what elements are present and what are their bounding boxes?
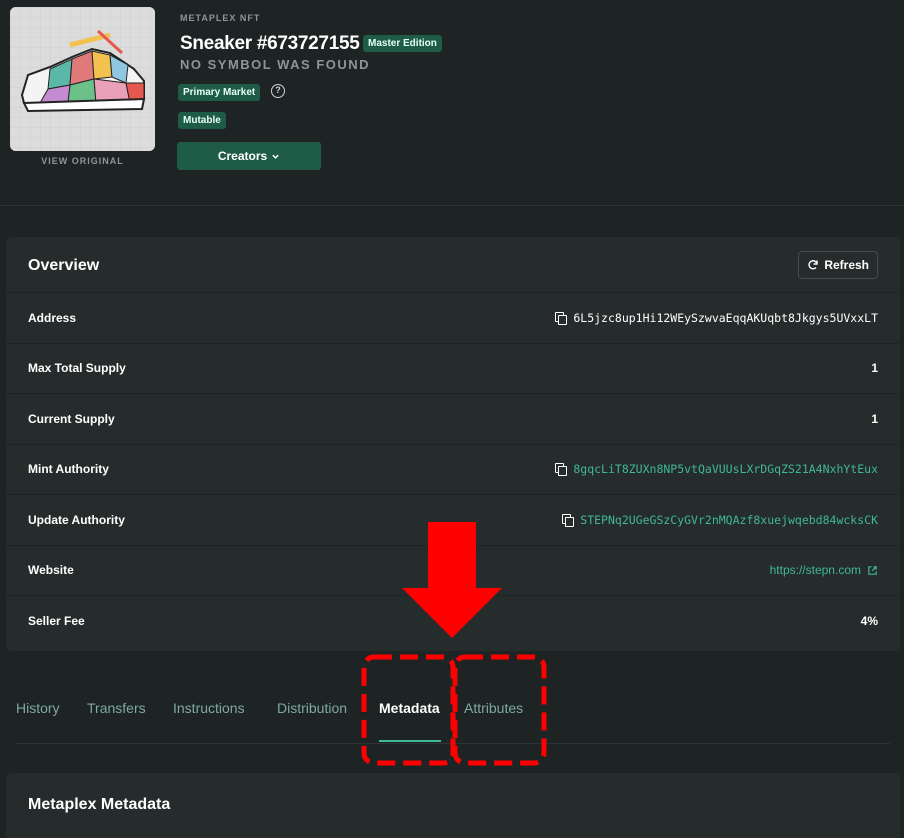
- copy-icon[interactable]: [555, 311, 568, 325]
- website-link[interactable]: https://stepn.com: [770, 563, 861, 577]
- seller-fee-value: 4%: [860, 614, 878, 629]
- active-tab-indicator: [379, 740, 441, 742]
- copy-icon[interactable]: [562, 513, 575, 527]
- current-supply-value: 1: [871, 411, 878, 426]
- primary-market-badge: Primary Market: [178, 84, 261, 101]
- help-icon[interactable]: ?: [271, 84, 285, 98]
- creators-label: Creators: [217, 149, 268, 163]
- row-mint-authority: Mint Authority 8gqcLiT8ZUXn8NP5vtQaVUUsL…: [6, 445, 900, 495]
- external-link-icon[interactable]: [867, 565, 878, 576]
- row-label: Seller Fee: [28, 614, 85, 629]
- view-original-link[interactable]: VIEW ORIGINAL: [10, 156, 155, 166]
- tab-distribution[interactable]: Distribution: [277, 700, 347, 716]
- refresh-label: Refresh: [824, 258, 869, 272]
- row-label: Update Authority: [28, 512, 125, 527]
- address-value: 6L5jzc8up1Hi12WEySzwvaEqqAKUqbt8Jkgys5UV…: [573, 310, 878, 325]
- chevron-down-icon: [272, 154, 279, 159]
- row-value: https://stepn.com: [770, 563, 878, 577]
- tab-bar: History Transfers Instructions Distribut…: [15, 688, 890, 744]
- tab-instructions[interactable]: Instructions: [173, 700, 245, 716]
- tab-transfers[interactable]: Transfers: [87, 700, 146, 716]
- mutable-badge: Mutable: [178, 112, 226, 129]
- row-value: 6L5jzc8up1Hi12WEySzwvaEqqAKUqbt8Jkgys5UV…: [555, 311, 878, 325]
- nft-image[interactable]: [10, 7, 155, 151]
- row-label: Mint Authority: [28, 462, 109, 477]
- row-label: Address: [28, 310, 77, 325]
- tab-history[interactable]: History: [16, 700, 60, 716]
- sneaker-image: [10, 7, 155, 151]
- row-update-authority: Update Authority STEPNq2UGeGSzCyGVr2nMQA…: [6, 495, 900, 546]
- row-value: 8gqcLiT8ZUXn8NP5vtQaVUUsLXrDGqZS21A4NxhY…: [555, 462, 878, 477]
- row-max-supply: Max Total Supply 1: [6, 344, 900, 394]
- overview-card: Overview Refresh Address 6L5jzc8up1Hi12W…: [6, 237, 900, 651]
- tab-attributes[interactable]: Attributes: [464, 700, 523, 716]
- refresh-button[interactable]: Refresh: [798, 251, 878, 279]
- row-value: STEPNq2UGeGSzCyGVr2nMQAzf8xuejwqebd84wck…: [562, 513, 878, 527]
- row-label: Max Total Supply: [28, 361, 126, 376]
- page-title: Sneaker #673727155: [180, 33, 360, 54]
- symbol-text: NO SYMBOL WAS FOUND: [180, 57, 371, 72]
- brand-label: METAPLEX NFT: [180, 13, 261, 23]
- nft-header: VIEW ORIGINAL METAPLEX NFT Sneaker #6737…: [0, 0, 904, 206]
- tab-metadata[interactable]: Metadata: [379, 700, 440, 716]
- row-current-supply: Current Supply 1: [6, 394, 900, 445]
- row-label: Website: [28, 563, 74, 578]
- row-website: Website https://stepn.com: [6, 546, 900, 596]
- metadata-card-title: Metaplex Metadata: [28, 796, 171, 813]
- master-edition-badge: Master Edition: [363, 35, 442, 52]
- overview-title: Overview: [28, 257, 100, 274]
- refresh-icon: [808, 260, 819, 270]
- overview-header: Overview Refresh: [6, 237, 900, 293]
- row-seller-fee: Seller Fee 4%: [6, 596, 900, 647]
- row-address: Address 6L5jzc8up1Hi12WEySzwvaEqqAKUqbt8…: [6, 293, 900, 344]
- row-label: Current Supply: [28, 411, 115, 426]
- max-supply-value: 1: [871, 361, 878, 376]
- update-authority-link[interactable]: STEPNq2UGeGSzCyGVr2nMQAzf8xuejwqebd84wck…: [580, 513, 878, 527]
- metadata-card: Metaplex Metadata: [6, 773, 900, 838]
- mint-authority-link[interactable]: 8gqcLiT8ZUXn8NP5vtQaVUUsLXrDGqZS21A4NxhY…: [573, 462, 878, 476]
- copy-icon[interactable]: [555, 463, 568, 477]
- creators-button[interactable]: Creators: [177, 142, 321, 170]
